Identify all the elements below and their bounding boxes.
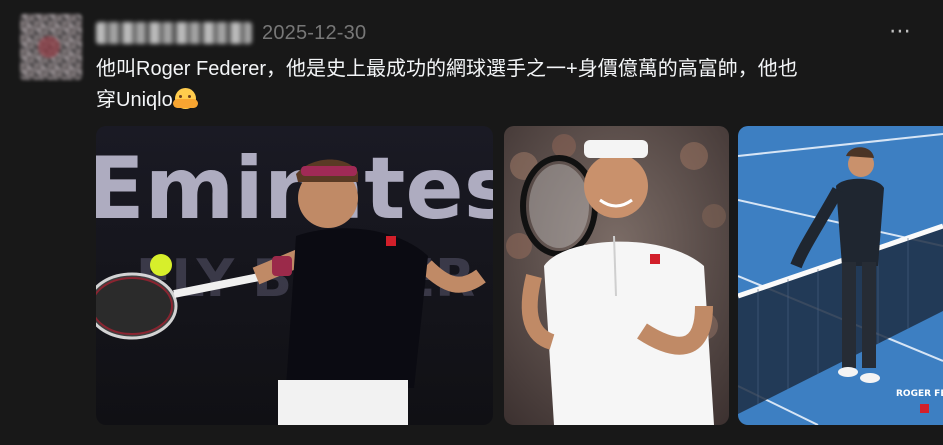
post-date[interactable]: 2025-12-30 bbox=[262, 22, 366, 45]
post-text-line1: 他叫Roger Federer，他是史上最成功的網球選手之一+身價億萬的高富帥，… bbox=[96, 58, 798, 80]
post-header: 2025-12-30 bbox=[96, 20, 366, 46]
banner-text: Emirates bbox=[96, 139, 493, 239]
post-image-2[interactable] bbox=[504, 126, 729, 425]
post-image-3[interactable]: ROGER FEDE bbox=[738, 126, 943, 425]
author-name-blurred[interactable] bbox=[96, 22, 252, 44]
federer-forehand-photo: Emirates FLY BETTER bbox=[96, 126, 493, 425]
post-body: 他叫Roger Federer，他是史上最成功的網球選手之一+身價億萬的高富帥，… bbox=[96, 54, 916, 116]
photo-caption: ROGER FEDE bbox=[896, 389, 943, 399]
post-text-line2: 穿Uniqlo bbox=[96, 89, 173, 111]
more-options-icon[interactable]: ⋯ bbox=[889, 18, 913, 44]
author-avatar[interactable] bbox=[20, 14, 82, 80]
federer-court-net-photo: ROGER FEDE bbox=[738, 126, 943, 425]
hugging-face-emoji-icon bbox=[172, 88, 198, 109]
federer-white-outfit-photo bbox=[504, 126, 729, 425]
post-image-1[interactable]: Emirates FLY BETTER bbox=[96, 126, 493, 425]
